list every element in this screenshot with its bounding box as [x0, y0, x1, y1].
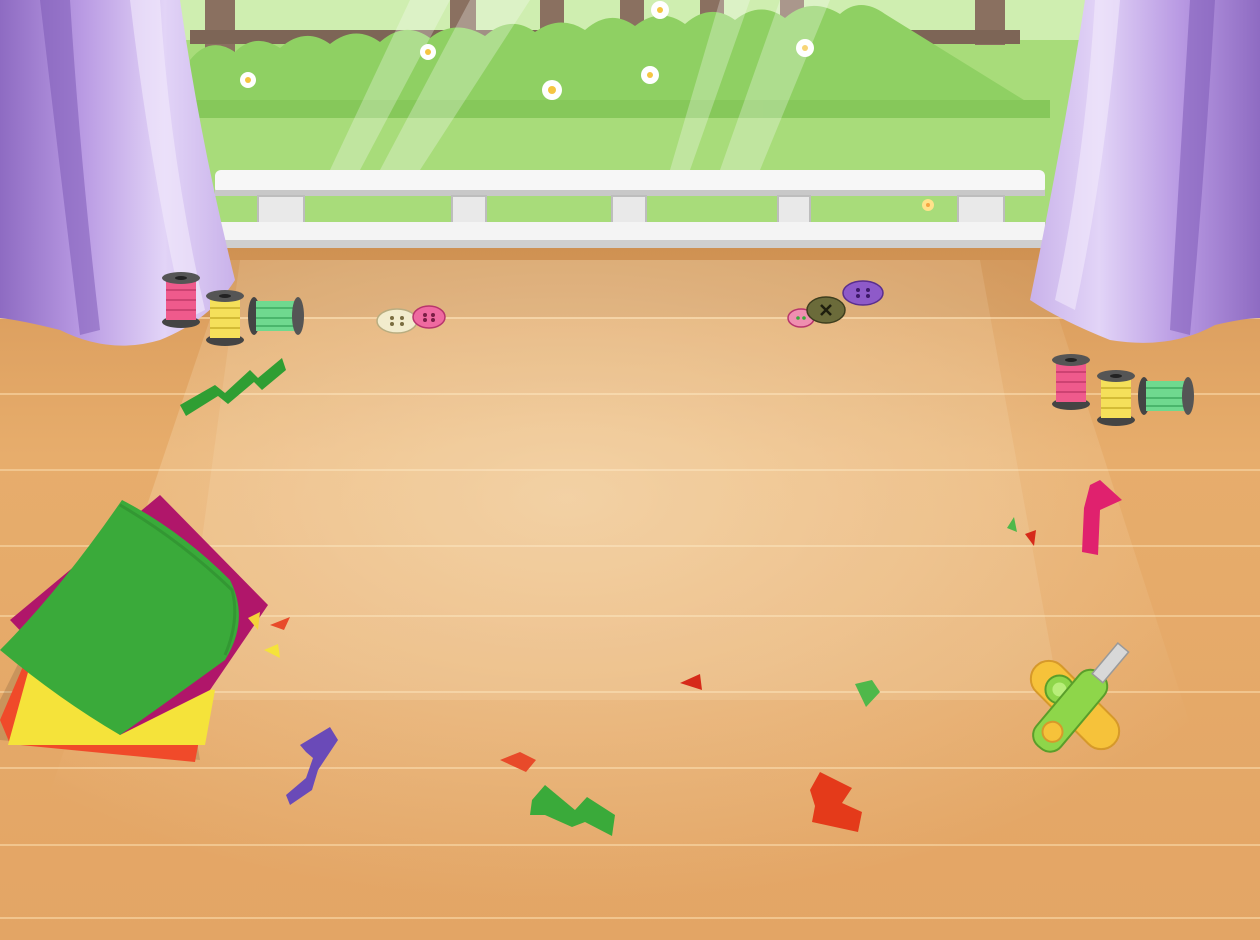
yellow-spool-icon: [1097, 370, 1135, 426]
pink-button-icon: [412, 305, 446, 329]
pink-spool-icon: [1052, 354, 1090, 410]
game-scene: [0, 0, 1260, 940]
olive-button-icon: [806, 296, 846, 324]
green-spool-icon: [248, 297, 304, 335]
green-spool-icon: [1138, 377, 1194, 415]
yellow-spool-icon: [206, 290, 244, 346]
pink-spool-icon: [162, 272, 200, 328]
cream-button-icon: [376, 308, 418, 334]
purple-button-icon: [842, 280, 884, 306]
scene-canvas: [0, 0, 1260, 940]
